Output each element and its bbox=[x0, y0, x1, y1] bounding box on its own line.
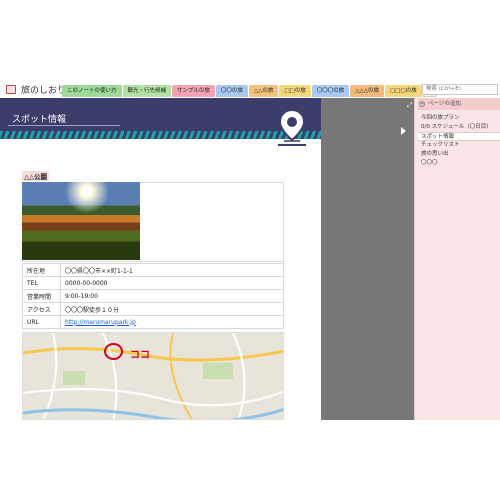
page-title: スポット情報 bbox=[12, 115, 67, 125]
info-key: 所在地 bbox=[22, 263, 61, 277]
tab-trip-4[interactable]: 〇〇〇の旅 bbox=[311, 85, 350, 97]
page-list: 今回の旅プラン 0/0 スケジュール（〇日目） スポット情報 チェックリスト 旅… bbox=[418, 114, 500, 168]
table-row: 所在地 〇〇県〇〇市××町1-1-1 bbox=[22, 263, 284, 277]
tab-sample-trip[interactable]: サンプルの旅 bbox=[172, 85, 215, 97]
tab-trip-3[interactable]: □□の旅 bbox=[279, 85, 311, 97]
search-input[interactable]: 検索 (Ctrl+E) bbox=[422, 84, 498, 95]
table-row: URL http://marumarupark.jp bbox=[22, 315, 284, 329]
map-annotation: ココ bbox=[130, 350, 150, 361]
spot-photo[interactable] bbox=[22, 182, 140, 260]
info-key: 営業時間 bbox=[22, 289, 61, 303]
notebook-icon bbox=[6, 84, 16, 94]
expand-icon[interactable]: ⤢ bbox=[407, 101, 413, 110]
page-item-checklist[interactable]: チェックリスト bbox=[418, 141, 500, 150]
tab-trip-6[interactable]: □□□の旅 bbox=[384, 85, 422, 97]
map-roads bbox=[23, 333, 283, 419]
page-item-other[interactable]: 〇〇〇 bbox=[418, 159, 500, 168]
info-key: URL bbox=[22, 315, 61, 329]
page-item-plan[interactable]: 今回の旅プラン bbox=[418, 114, 500, 123]
info-value: 9:00-19:00 bbox=[60, 289, 284, 303]
page-item-spot-info[interactable]: スポット情報 bbox=[418, 132, 500, 141]
table-row: TEL 0000-00-0000 bbox=[22, 276, 284, 290]
add-page-button[interactable]: ページの追加 bbox=[418, 98, 500, 110]
tab-sightseeing[interactable]: 観光・行先候補 bbox=[122, 85, 172, 97]
tab-trip-2[interactable]: △△の旅 bbox=[248, 85, 279, 97]
pane-toggle-icon[interactable] bbox=[401, 127, 406, 135]
info-value: 〇〇県〇〇市××町1-1-1 bbox=[60, 263, 284, 277]
spot-name: △△公園 bbox=[22, 171, 49, 181]
info-key: TEL bbox=[22, 276, 61, 290]
table-row: アクセス 〇〇〇駅徒歩１０分 bbox=[22, 302, 284, 316]
map-pin-icon bbox=[278, 108, 306, 146]
info-value: 0000-00-0000 bbox=[60, 276, 284, 290]
info-key: アクセス bbox=[22, 302, 61, 316]
tab-trip-1[interactable]: 〇〇の旅 bbox=[215, 85, 248, 97]
table-row: 営業時間 9:00-19:00 bbox=[22, 289, 284, 303]
title-underline bbox=[8, 125, 120, 126]
page-item-schedule[interactable]: 0/0 スケジュール（〇日目） bbox=[418, 123, 500, 132]
info-value: 〇〇〇駅徒歩１０分 bbox=[60, 302, 284, 316]
add-icon: + bbox=[419, 101, 425, 107]
tab-how-to-use[interactable]: このノートの使い方 bbox=[62, 85, 122, 97]
notebook-title: 旅のしおり bbox=[21, 85, 67, 96]
page-item-memories[interactable]: 旅の思い出 bbox=[418, 150, 500, 159]
spot-info-table: 所在地 〇〇県〇〇市××町1-1-1 TEL 0000-00-0000 営業時間… bbox=[22, 263, 284, 329]
map-image[interactable] bbox=[22, 332, 284, 420]
map-marker-circle bbox=[104, 343, 123, 360]
url-link[interactable]: http://marumarupark.jp bbox=[65, 319, 136, 326]
section-tabs: このノートの使い方 観光・行先候補 サンプルの旅 〇〇の旅 △△の旅 □□の旅 … bbox=[62, 85, 437, 97]
info-value: http://marumarupark.jp bbox=[60, 315, 284, 329]
tab-trip-5[interactable]: △△△の旅 bbox=[350, 85, 384, 97]
banner-stripe bbox=[0, 131, 321, 139]
